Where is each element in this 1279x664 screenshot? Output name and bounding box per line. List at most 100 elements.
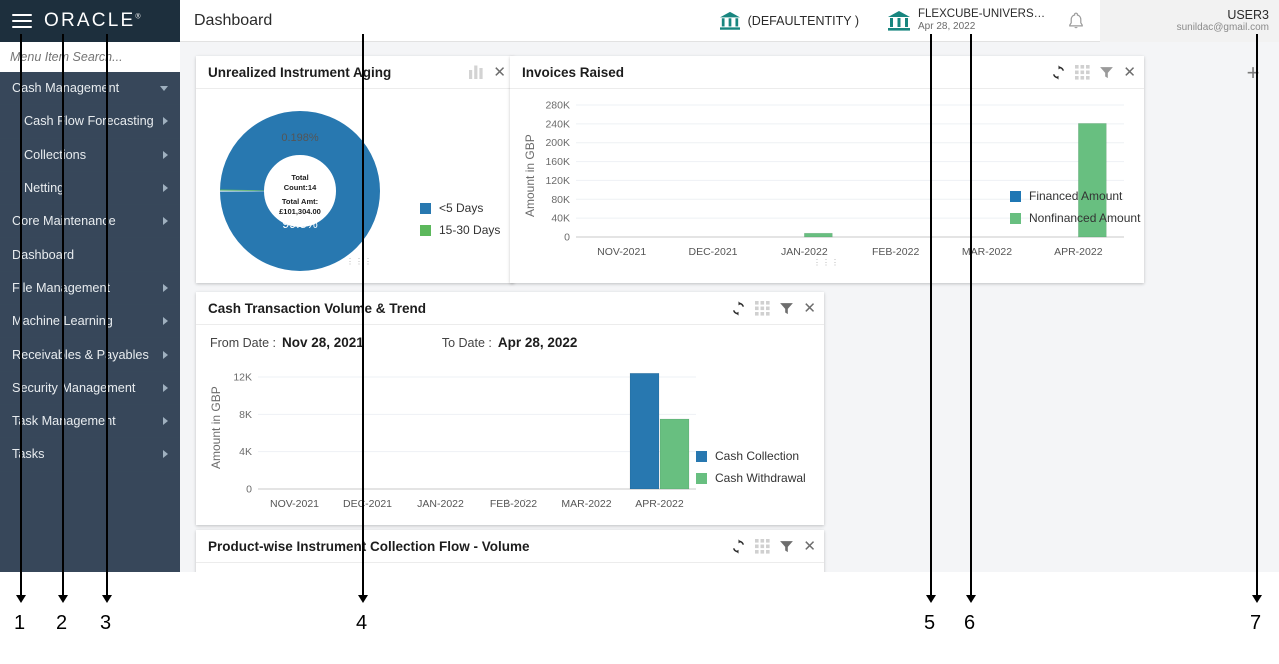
sidebar-item-cash-flow-forecasting[interactable]: Cash Flow Forecasting bbox=[0, 105, 180, 139]
menu-search-row[interactable] bbox=[0, 42, 180, 72]
top-bar: ORACLE® Dashboard (DEFAULTENTITY ) FLEXC… bbox=[0, 0, 1279, 42]
y-tick-label: 4K bbox=[239, 446, 252, 458]
resize-handle-dots[interactable]: ⋮⋮⋮ bbox=[346, 257, 373, 266]
close-icon[interactable]: ✕ bbox=[493, 65, 506, 80]
sidebar-item-label: Cash Flow Forecasting bbox=[24, 114, 154, 129]
legend-item[interactable]: 15-30 Days bbox=[420, 223, 500, 237]
annotation-arrowhead-6 bbox=[965, 595, 976, 603]
bar-nonfinanced-amount-JAN-2022[interactable] bbox=[804, 232, 833, 238]
y-tick-label: 160K bbox=[545, 156, 570, 168]
sidebar-item-label: Task Management bbox=[12, 414, 116, 429]
screenshot-root: ORACLE® Dashboard (DEFAULTENTITY ) FLEXC… bbox=[0, 0, 1279, 664]
x-tick-label: APR-2022 bbox=[635, 498, 684, 510]
invoices-x-ticks: NOV-2021 DEC-2021 JAN-2022 FEB-2022 MAR-2022… bbox=[597, 246, 1103, 258]
bar-cash-collection-APR-2022[interactable] bbox=[629, 372, 660, 490]
legend-swatch bbox=[420, 224, 431, 236]
legend-item[interactable]: Cash Collection bbox=[696, 449, 806, 463]
branch-selector[interactable]: FLEXCUBE-UNIVERSAL-BR... Apr 28, 2022 bbox=[873, 8, 1058, 33]
oracle-wordmark: ORACLE bbox=[44, 10, 136, 31]
chevron-down-icon bbox=[160, 85, 168, 91]
branch-text: FLEXCUBE-UNIVERSAL-BR... Apr 28, 2022 bbox=[918, 8, 1048, 33]
filter-icon[interactable] bbox=[1099, 65, 1114, 80]
donut-center-amt-value: £101,304.00 bbox=[279, 207, 321, 216]
legend-label: Nonfinanced Amount bbox=[1029, 211, 1141, 225]
x-tick-label: NOV-2021 bbox=[270, 498, 319, 510]
legend-label: Financed Amount bbox=[1029, 189, 1123, 203]
legend-item[interactable]: <5 Days bbox=[420, 201, 500, 215]
sidebar-item-label: Machine Learning bbox=[12, 314, 113, 329]
sidebar-item-dashboard[interactable]: Dashboard bbox=[0, 238, 180, 272]
filter-icon[interactable] bbox=[779, 301, 794, 316]
sidebar-item-label: Security Management bbox=[12, 380, 136, 395]
add-widget-button[interactable]: + bbox=[1243, 62, 1263, 84]
sidebar-item-task-management[interactable]: Task Management bbox=[0, 405, 180, 439]
sidebar-item-core-maintenance[interactable]: Core Maintenance bbox=[0, 205, 180, 239]
close-icon[interactable]: ✕ bbox=[803, 301, 816, 316]
chevron-right-icon bbox=[163, 150, 168, 159]
entity-selector[interactable]: (DEFAULTENTITY ) bbox=[705, 11, 873, 31]
sidebar-item-netting[interactable]: Netting bbox=[0, 172, 180, 206]
grid-icon[interactable] bbox=[755, 300, 771, 316]
grid-icon[interactable] bbox=[755, 538, 771, 554]
card-actions: ✕ bbox=[1051, 64, 1136, 80]
cash-bars bbox=[629, 372, 690, 490]
grid-icon[interactable] bbox=[1075, 64, 1091, 80]
x-tick-label: DEC-2021 bbox=[343, 498, 392, 510]
refresh-icon[interactable] bbox=[731, 538, 746, 554]
from-date-value[interactable]: Nov 28, 2021 bbox=[282, 335, 364, 350]
annotation-arrowhead-2 bbox=[57, 595, 68, 603]
to-date-label: To Date : bbox=[441, 336, 492, 350]
legend-swatch bbox=[696, 450, 707, 462]
bar-chart-icon[interactable] bbox=[468, 65, 484, 79]
close-icon[interactable]: ✕ bbox=[803, 539, 816, 554]
resize-handle-dots[interactable]: ⋮⋮⋮ bbox=[813, 258, 840, 267]
hamburger-menu-icon[interactable] bbox=[12, 14, 32, 28]
x-tick-label: DEC-2021 bbox=[688, 246, 737, 258]
legend-item[interactable]: Nonfinanced Amount bbox=[1010, 211, 1140, 225]
cash-legend: Cash Collection Cash Withdrawal bbox=[696, 449, 806, 485]
date-range-row: From Date : Nov 28, 2021 To Date : Apr 2… bbox=[196, 325, 824, 350]
sidebar-item-machine-learning[interactable]: Machine Learning bbox=[0, 305, 180, 339]
legend-label: 15-30 Days bbox=[439, 223, 501, 237]
user-account-box[interactable]: USER3 sunildac@gmail.com bbox=[1100, 0, 1279, 42]
invoices-legend: Financed Amount Nonfinanced Amount bbox=[1010, 189, 1140, 225]
sidebar-item-label: Core Maintenance bbox=[12, 214, 116, 229]
refresh-icon[interactable] bbox=[731, 300, 746, 316]
donut-chart: 0.198% 99.8% Total Count:14 Total Amt: £… bbox=[220, 111, 380, 271]
sidebar-item-receivables-payables[interactable]: Receivables & Payables bbox=[0, 338, 180, 372]
legend-swatch bbox=[696, 472, 707, 484]
sidebar-item-tasks[interactable]: Tasks bbox=[0, 438, 180, 472]
sidebar-item-file-management[interactable]: File Management bbox=[0, 272, 180, 306]
card-title: Unrealized Instrument Aging bbox=[208, 64, 392, 80]
annotation-number-4: 4 bbox=[356, 612, 368, 634]
card-actions: ✕ bbox=[468, 65, 506, 80]
filter-icon[interactable] bbox=[779, 539, 794, 554]
search-input[interactable] bbox=[10, 50, 173, 64]
donut-label-big: 99.8% bbox=[282, 217, 317, 231]
to-date-value[interactable]: Apr 28, 2022 bbox=[498, 335, 578, 350]
bar-cash-withdrawal-APR-2022[interactable] bbox=[659, 418, 690, 490]
annotation-number-3: 3 bbox=[100, 612, 112, 634]
chevron-right-icon bbox=[163, 450, 168, 459]
legend-item[interactable]: Cash Withdrawal bbox=[696, 471, 806, 485]
notification-bell-button[interactable] bbox=[1058, 12, 1100, 30]
resize-handle-dots[interactable]: ⋮⋮⋮ bbox=[503, 498, 530, 507]
notification-bell-icon bbox=[1069, 12, 1083, 28]
sidebar-item-collections[interactable]: Collections bbox=[0, 139, 180, 172]
annotation-arrowhead-4 bbox=[357, 595, 368, 603]
page-title: Dashboard bbox=[194, 11, 273, 29]
oracle-logo: ORACLE® bbox=[44, 10, 141, 31]
sidebar-item-security-management[interactable]: Security Management bbox=[0, 372, 180, 405]
invoices-y-ticks: 0 40K 80K 120K 160K 200K 240K 280K bbox=[545, 100, 570, 244]
sidebar-item-label: File Management bbox=[12, 280, 111, 295]
legend-item[interactable]: Financed Amount bbox=[1010, 189, 1140, 203]
x-tick-label: JAN-2022 bbox=[417, 498, 464, 510]
sidebar-item-cash-management[interactable]: Cash Management bbox=[0, 72, 180, 106]
refresh-icon[interactable] bbox=[1051, 64, 1066, 80]
close-icon[interactable]: ✕ bbox=[1123, 65, 1136, 80]
entity-label: (DEFAULTENTITY ) bbox=[747, 13, 859, 28]
card-unrealized-instrument-aging: Unrealized Instrument Aging ✕ 0.198% 99.… bbox=[196, 56, 514, 283]
annotation-number-1: 1 bbox=[14, 612, 26, 634]
card-title: Product-wise Instrument Collection Flow … bbox=[208, 538, 530, 554]
from-date-label: From Date : bbox=[210, 336, 276, 350]
